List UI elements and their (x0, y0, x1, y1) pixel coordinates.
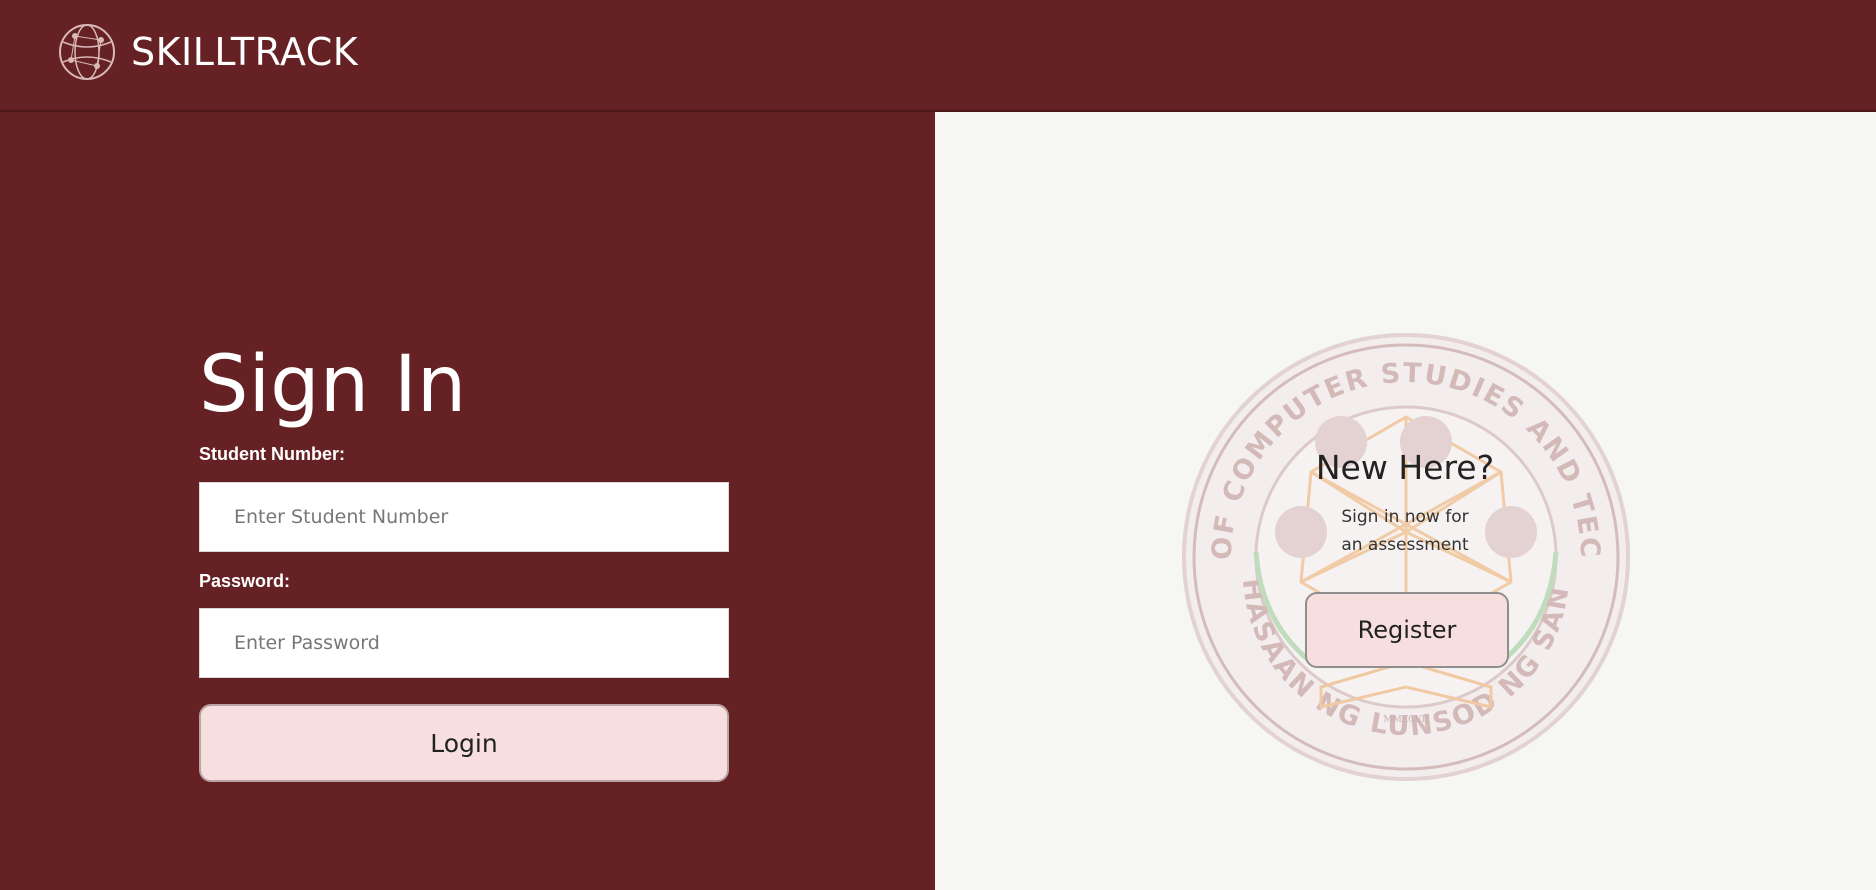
new-here-subtitle-line2: an assessment (1341, 535, 1469, 555)
brand-name: SKILLTRACK (131, 30, 359, 74)
login-button[interactable]: Login (199, 704, 729, 782)
seal-year-text: MMXCVII (1383, 715, 1429, 725)
top-navbar: SKILLTRACK (0, 0, 1876, 112)
password-input[interactable] (199, 608, 729, 678)
brand[interactable]: SKILLTRACK (57, 22, 358, 82)
signin-title: Sign In (199, 340, 467, 430)
register-button[interactable]: Register (1305, 592, 1509, 668)
new-here-subtitle: Sign in now for an assessment (1290, 503, 1520, 559)
new-here-title: New Here? (1315, 448, 1495, 487)
globe-network-icon (59, 24, 115, 80)
student-number-input[interactable] (199, 482, 729, 552)
new-here-subtitle-line1: Sign in now for (1341, 507, 1469, 527)
student-number-label: Student Number: (199, 444, 345, 464)
password-label: Password: (199, 571, 291, 591)
